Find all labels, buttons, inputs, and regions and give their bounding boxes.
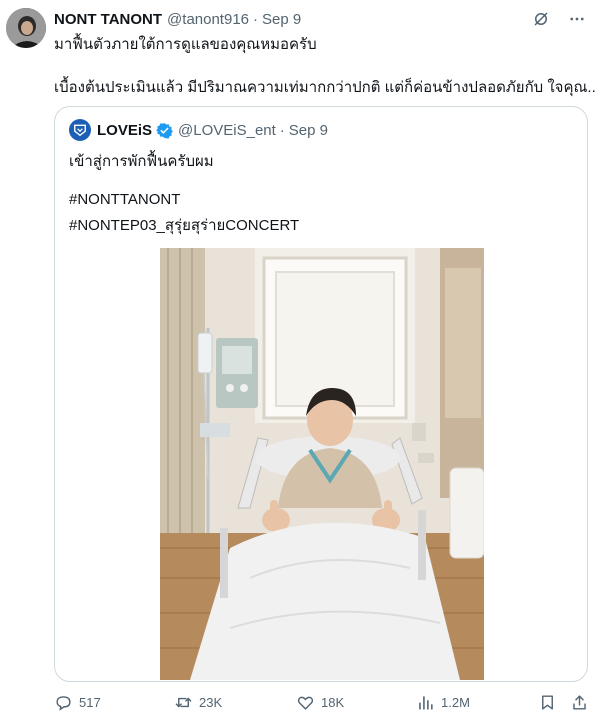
tweet-date[interactable]: Sep 9	[262, 11, 301, 28]
like-count: 18K	[321, 694, 345, 710]
retweet-count: 23K	[199, 694, 223, 710]
separator-dot: ·	[253, 10, 259, 28]
bookmark-button[interactable]	[538, 693, 563, 712]
share-icon	[573, 694, 586, 710]
views-count: 1.2M	[441, 694, 470, 710]
user-handle[interactable]: @tanont916	[167, 11, 249, 28]
tweet-header: NONT TANONT @tanont916 · Sep 9	[54, 9, 586, 29]
hospital-photo[interactable]	[160, 248, 484, 680]
views-icon	[419, 695, 433, 710]
loveis-logo-icon[interactable]	[69, 119, 91, 141]
verified-badge-icon	[156, 122, 173, 139]
like-icon	[297, 696, 314, 710]
more-icon[interactable]	[568, 10, 586, 28]
grok-icon[interactable]	[532, 10, 550, 28]
quote-header: LOVEiS @LOVEiS_ent · Sep 9	[69, 119, 328, 141]
action-bar: 517 23K 18K 1.2M	[54, 690, 588, 714]
tweet-text-line1: มาฟื้นตัวภายใต้การดูแลของคุณหมอครับ	[54, 36, 317, 53]
tweet-text-line2: เบื้องต้นประเมินแล้ว มีปริมาณความเท่มากก…	[54, 79, 596, 96]
reply-icon	[56, 695, 71, 711]
quote-separator-dot: ·	[279, 121, 285, 139]
views-button[interactable]: 1.2M	[416, 693, 470, 712]
display-name[interactable]: NONT TANONT	[54, 11, 162, 28]
avatar[interactable]	[6, 8, 46, 48]
hashtag-nontep03[interactable]: #NONTEP03_สุรุ่ยสุร่ายCONCERT	[69, 213, 299, 237]
quote-display-name[interactable]: LOVEiS	[97, 122, 152, 139]
retweet-icon	[175, 697, 192, 707]
like-button[interactable]: 18K	[296, 693, 344, 712]
quote-handle[interactable]: @LOVEiS_ent	[178, 122, 276, 139]
share-button[interactable]	[570, 693, 595, 712]
quoted-tweet[interactable]: LOVEiS @LOVEiS_ent · Sep 9 เข้าสู่การพัก…	[54, 106, 588, 682]
quote-date[interactable]: Sep 9	[289, 122, 328, 139]
reply-count: 517	[79, 694, 101, 710]
retweet-button[interactable]: 23K	[174, 693, 222, 712]
reply-button[interactable]: 517	[54, 693, 101, 712]
bookmark-icon	[542, 694, 553, 710]
hashtag-nonttanont[interactable]: #NONTTANONT	[69, 191, 180, 208]
quote-text: เข้าสู่การพักฟื้นครับผม	[69, 153, 214, 170]
